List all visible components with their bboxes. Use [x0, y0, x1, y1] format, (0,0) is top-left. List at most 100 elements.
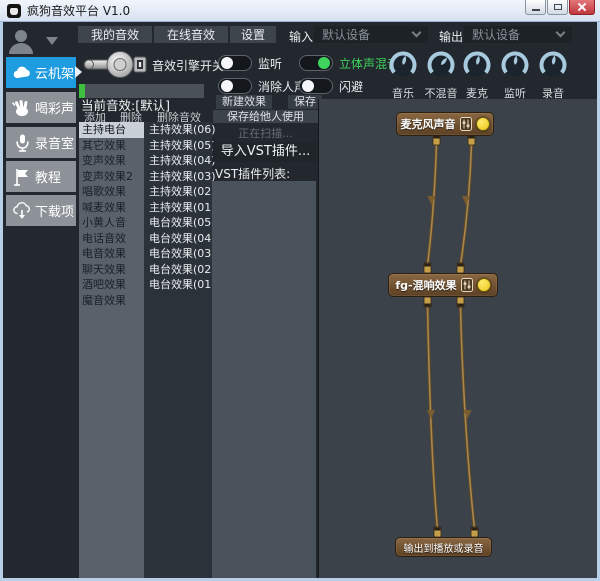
knob-no-mix[interactable]: [426, 50, 456, 80]
input-label: 输入:: [289, 28, 317, 45]
sidebar-item-label: 录音室: [35, 133, 74, 152]
effect-preset-row[interactable]: 电台效果(01): [144, 277, 212, 293]
microphone-icon: [12, 133, 32, 153]
toggle-label: 闪避: [339, 78, 363, 95]
effect-preset-row[interactable]: 主持效果(03): [144, 169, 212, 185]
sidebar-item-recording-studio[interactable]: 录音室: [6, 127, 76, 158]
effect-group-row[interactable]: 聊天效果: [79, 262, 144, 278]
effect-group-row[interactable]: 唱歌效果: [79, 184, 144, 200]
effect-preset-row[interactable]: 主持效果(02): [144, 184, 212, 200]
effect-group-row[interactable]: 电音效果: [79, 246, 144, 262]
toggle-track[interactable]: [218, 78, 252, 94]
effect-group-row[interactable]: 其它效果: [79, 138, 144, 154]
tab-my-effects[interactable]: 我的音效: [78, 26, 152, 43]
input-device-value: 默认设备: [322, 26, 370, 43]
toggle-remove-vocals[interactable]: 消除人声: [218, 78, 306, 94]
sidebar-item-label: 云机架: [35, 63, 74, 82]
sidebar-item-cloud-rack[interactable]: 云机架: [6, 57, 76, 88]
toggle-stereo-mix[interactable]: 立体声混音: [299, 55, 399, 71]
app-window: 疯狗音效平台 V1.0 云机架: [0, 0, 600, 581]
close-icon: [577, 2, 587, 12]
toggle-ducking[interactable]: 闪避: [299, 78, 363, 94]
vst-plugin-list[interactable]: [212, 181, 316, 578]
toggle-track[interactable]: [218, 55, 252, 71]
output-device-select[interactable]: 默认设备: [464, 26, 572, 43]
node-enable-lamp[interactable]: [476, 117, 490, 131]
sidebar-item-label: 喝彩声: [35, 98, 74, 117]
effect-preset-row[interactable]: 电台效果(03): [144, 246, 212, 262]
person-icon: [6, 28, 36, 54]
effect-group-row[interactable]: 电话音效: [79, 231, 144, 247]
app-logo-icon: [7, 4, 21, 18]
sidebar-item-label: 下载项: [35, 201, 74, 220]
effect-group-row[interactable]: 变声效果2: [79, 169, 144, 185]
effect-group-row[interactable]: 酒吧效果: [79, 277, 144, 293]
node-settings-icon[interactable]: [461, 278, 473, 292]
effect-preset-row[interactable]: 电台效果(02): [144, 262, 212, 278]
titlebar[interactable]: 疯狗音效平台 V1.0: [0, 0, 600, 22]
window-title: 疯狗音效平台 V1.0: [27, 2, 130, 19]
node-enable-lamp[interactable]: [477, 278, 491, 292]
minimize-button[interactable]: [525, 0, 546, 15]
engine-switch-label: 音效引擎开关: [152, 57, 224, 74]
effect-group-row[interactable]: 变声效果: [79, 153, 144, 169]
effect-group-row[interactable]: 主持电台: [79, 122, 144, 138]
knob-record[interactable]: [538, 50, 568, 80]
effect-group-row[interactable]: 魔音效果: [79, 293, 144, 309]
save-button[interactable]: 保存: [288, 95, 322, 109]
node-reverb-effect[interactable]: fg-混响效果: [388, 273, 498, 297]
node-label: 麦克风声音: [401, 116, 456, 132]
toggle-label: 监听: [258, 55, 282, 72]
effect-preset-row[interactable]: 主持效果(04): [144, 153, 212, 169]
scanning-status: 正在扫描...: [213, 125, 318, 141]
cloud-icon: [12, 63, 32, 83]
toggle-track[interactable]: [299, 55, 333, 71]
maximize-icon: [554, 4, 562, 10]
vst-list-label: VST插件列表:: [215, 165, 290, 182]
knob-music[interactable]: [388, 50, 418, 80]
tab-settings[interactable]: 设置: [230, 26, 276, 43]
toggle-track[interactable]: [299, 78, 333, 94]
cloud-download-icon: [12, 201, 32, 221]
lecture-flag-icon: [12, 167, 32, 187]
maximize-button[interactable]: [547, 0, 568, 15]
node-output[interactable]: 输出到播放或录音: [395, 537, 492, 557]
chevron-down-icon: [46, 37, 58, 45]
active-arrow-icon: [75, 66, 82, 78]
effect-preset-row[interactable]: 电台效果(05): [144, 215, 212, 231]
new-effect-button[interactable]: 新建效果: [216, 95, 272, 109]
sidebar-item-label: 教程: [35, 167, 61, 186]
effect-preset-row[interactable]: 电台效果(04): [144, 231, 212, 247]
toggle-monitor[interactable]: 监听: [218, 55, 282, 71]
knob-monitor[interactable]: [500, 50, 530, 80]
sidebar-item-tutorials[interactable]: 教程: [6, 161, 76, 192]
chevron-down-icon: [412, 28, 422, 38]
node-label: 输出到播放或录音: [404, 540, 484, 555]
effect-group-row[interactable]: 小黄人音: [79, 215, 144, 231]
clapping-hand-icon: [12, 98, 32, 118]
effect-group-row[interactable]: 喊麦效果: [79, 200, 144, 216]
effect-preset-row[interactable]: 主持效果(05): [144, 138, 212, 154]
effect-preset-row[interactable]: 主持效果(06): [144, 122, 212, 138]
sidebar-item-cheers[interactable]: 喝彩声: [6, 92, 76, 123]
close-button[interactable]: [569, 0, 595, 15]
output-device-value: 默认设备: [472, 26, 520, 43]
sidebar-item-downloads[interactable]: 下载项: [6, 195, 76, 226]
toggle-knob: [302, 80, 314, 92]
import-vst-button[interactable]: 导入VST插件...: [213, 142, 318, 162]
toggle-knob: [221, 80, 233, 92]
effect-group-list: 主持电台其它效果变声效果变声效果2唱歌效果喊麦效果小黄人音电话音效电音效果聊天效…: [79, 122, 144, 578]
input-device-select[interactable]: 默认设备: [314, 26, 428, 43]
tab-online-effects[interactable]: 在线音效: [154, 26, 228, 43]
user-avatar[interactable]: [6, 26, 74, 56]
output-label: 输出:: [439, 28, 467, 45]
node-microphone[interactable]: 麦克风声音: [396, 112, 494, 136]
knob-mic[interactable]: [462, 50, 492, 80]
save-for-others-button[interactable]: 保存给他人使用: [213, 110, 318, 123]
effect-preset-row[interactable]: 主持效果(01): [144, 200, 212, 216]
toggle-knob: [221, 57, 233, 69]
node-settings-icon[interactable]: [460, 117, 472, 131]
minimize-icon: [532, 9, 540, 11]
toggle-knob: [318, 57, 330, 69]
engine-switch-icon[interactable]: [82, 45, 148, 83]
